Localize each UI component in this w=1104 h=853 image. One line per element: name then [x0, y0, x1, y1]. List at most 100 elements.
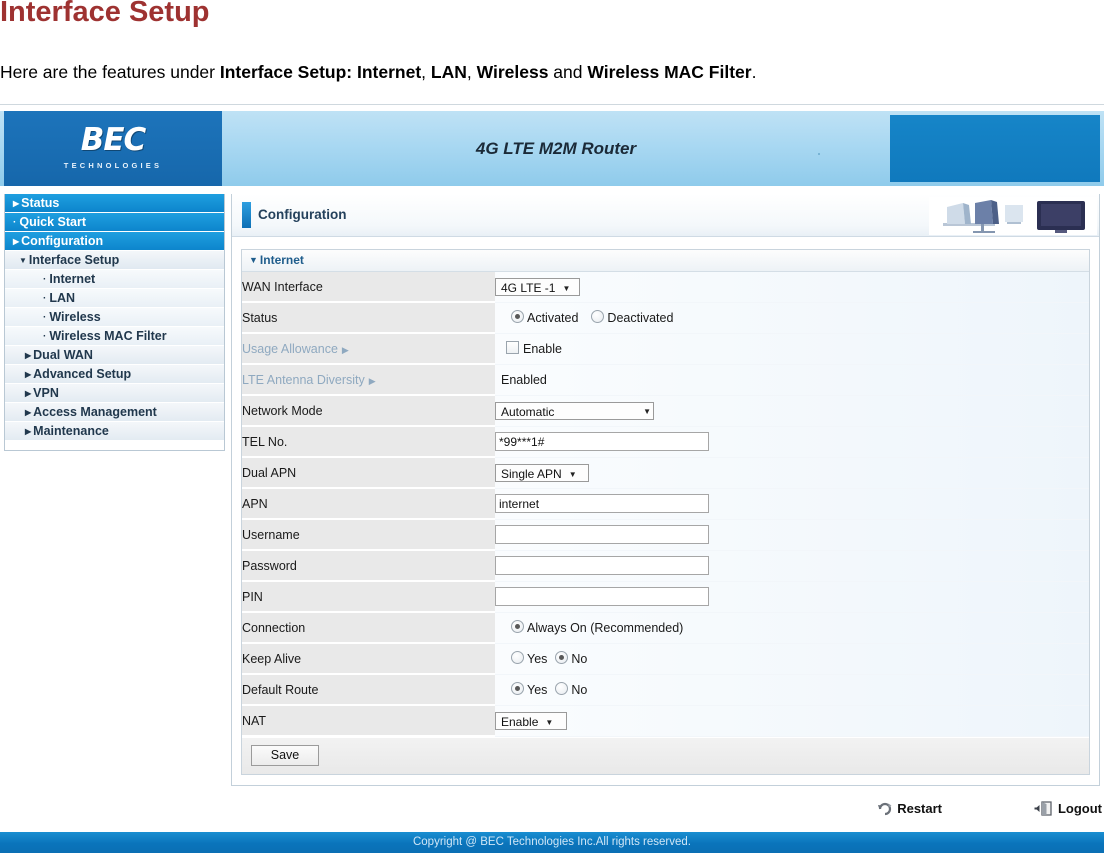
wan-interface-select[interactable]: 4G LTE -1 ▼ [495, 277, 580, 296]
sidebar-item-interface-setup[interactable]: ▼ Interface Setup [5, 251, 224, 270]
sidebar-item-label: Maintenance [33, 424, 109, 438]
sidebar-item-label: Interface Setup [28, 253, 120, 267]
value-apn: internet [495, 488, 1089, 520]
label-keep-alive-yes: Yes [527, 652, 548, 666]
form-row-status: Status Activated Deactivated [242, 302, 1089, 334]
intro-bold-wireless-mac-filter: Wireless MAC Filter [587, 62, 752, 82]
label-lte-antenna-diversity[interactable]: LTE Antenna Diversity ▶ [242, 364, 495, 396]
sidebar-item-maintenance[interactable]: ▶ Maintenance [5, 422, 224, 441]
intro-sep-1: , [421, 62, 431, 82]
sidebar-item-advanced-setup[interactable]: ▶ Advanced Setup [5, 365, 224, 384]
sidebar-item-configuration[interactable]: ▶ Configuration [5, 232, 224, 251]
apn-input[interactable]: internet [495, 494, 709, 513]
bullet-icon: · [43, 274, 47, 285]
chevron-down-icon: ▼ [643, 406, 651, 416]
logout-icon [1034, 801, 1054, 819]
value-username [495, 519, 1089, 551]
sidebar-item-access-management[interactable]: ▶ Access Management [5, 403, 224, 422]
page-title: Interface Setup [0, 0, 210, 28]
label-username: Username [242, 519, 495, 551]
sidebar-item-label: Dual WAN [33, 348, 93, 362]
value-pin [495, 581, 1089, 613]
restart-button[interactable]: Restart [877, 801, 942, 819]
chevron-down-icon: ▼ [249, 255, 258, 265]
form-row-apn: APN internet [242, 488, 1089, 520]
save-button[interactable]: Save [251, 745, 319, 766]
sidebar-item-status[interactable]: ▶ Status [5, 194, 224, 213]
label-status-deactivated: Deactivated [607, 311, 674, 325]
label-tel-no: TEL No. [242, 426, 495, 458]
label-connection-always-on: Always On (Recommended) [527, 621, 684, 635]
label-pin: PIN [242, 581, 495, 613]
radio-default-route-no[interactable] [555, 682, 569, 695]
logout-label: Logout [1057, 801, 1102, 816]
label-wan-interface: WAN Interface [242, 272, 495, 303]
footer-actions: Restart Logout [0, 797, 1104, 829]
label-usage-allowance[interactable]: Usage Allowance ▶ [242, 333, 495, 365]
value-dual-apn: Single APN ▼ [495, 457, 1089, 489]
sidebar-item-label: Configuration [21, 234, 104, 248]
bullet-icon: · [43, 293, 47, 304]
radio-status-activated[interactable] [511, 310, 524, 323]
form-row-username: Username [242, 519, 1089, 551]
value-network-mode: Automatic ▼ [495, 395, 1089, 427]
pin-input[interactable] [495, 587, 709, 606]
password-input[interactable] [495, 556, 709, 575]
radio-keep-alive-no[interactable] [555, 651, 569, 664]
chevron-down-icon: ▼ [562, 283, 571, 293]
sidebar-item-wireless[interactable]: · Wireless [5, 308, 224, 327]
label-keep-alive-no: No [571, 652, 588, 666]
section-header-internet[interactable]: ▼ Internet [242, 250, 1089, 272]
label-status-activated: Activated [527, 311, 579, 325]
content-header-title: Configuration [258, 207, 347, 222]
checkbox-usage-allowance-enable[interactable] [506, 341, 519, 354]
sidebar-item-label: Quick Start [19, 215, 87, 229]
nat-select[interactable]: Enable ▼ [495, 711, 567, 730]
chevron-right-icon: ▶ [368, 375, 376, 386]
sidebar-navigation[interactable]: ▶ Status · Quick Start ▶ Configuration ▼ Int… [4, 194, 225, 451]
chevron-down-icon: ▼ [545, 717, 554, 727]
label-usage-allowance-enable: Enable [523, 342, 562, 356]
radio-connection-always-on[interactable] [511, 620, 524, 633]
sidebar-item-quick-start[interactable]: · Quick Start [5, 213, 224, 232]
sidebar-item-wireless-mac-filter[interactable]: · Wireless MAC Filter [5, 327, 224, 346]
tel-no-input[interactable]: *99***1# [495, 432, 709, 451]
form-row-dual-apn: Dual APN Single APN ▼ [242, 457, 1089, 489]
sidebar-item-label: Wireless MAC Filter [49, 329, 167, 343]
form-row-usage-allowance: Usage Allowance ▶ Enable [242, 333, 1089, 365]
intro-period: . [751, 62, 757, 82]
value-usage-allowance: Enable [495, 333, 1089, 365]
content-header-bar: Configuration [232, 194, 1099, 237]
label-password: Password [242, 550, 495, 582]
chevron-right-icon: ▶ [25, 427, 32, 436]
decorative-office-image [929, 197, 1097, 235]
app-banner: BEC TECHNOLOGIES 4G LTE M2M Router [0, 111, 1104, 186]
radio-keep-alive-yes[interactable] [511, 651, 524, 664]
chevron-right-icon: ▶ [25, 389, 32, 398]
sidebar-item-label: Wireless [49, 310, 101, 324]
sidebar-item-lan[interactable]: · LAN [5, 289, 224, 308]
form-row-network-mode: Network Mode Automatic ▼ [242, 395, 1089, 427]
intro-paragraph: Here are the features under Interface Se… [0, 62, 756, 83]
restart-icon [877, 801, 893, 819]
form-row-keep-alive: Keep Alive Yes No [242, 643, 1089, 675]
restart-icon-svg [878, 802, 892, 816]
intro-sep-3: and [548, 62, 588, 82]
network-mode-select[interactable]: Automatic ▼ [495, 401, 654, 420]
sidebar-item-internet[interactable]: · Internet [5, 270, 224, 289]
chevron-right-icon: ▶ [13, 237, 20, 246]
radio-default-route-yes[interactable] [511, 682, 524, 695]
value-keep-alive: Yes No [495, 643, 1089, 675]
banner-decoration-dot [818, 153, 820, 155]
sidebar-item-dual-wan[interactable]: ▶ Dual WAN [5, 346, 224, 365]
logout-button[interactable]: Logout [1034, 801, 1102, 819]
username-input[interactable] [495, 525, 709, 544]
radio-status-deactivated[interactable] [591, 310, 605, 323]
label-network-mode: Network Mode [242, 395, 495, 427]
value-default-route: Yes No [495, 674, 1089, 706]
intro-sep-2: , [466, 62, 477, 82]
sidebar-item-vpn[interactable]: ▶ VPN [5, 384, 224, 403]
dual-apn-select[interactable]: Single APN ▼ [495, 463, 589, 482]
sidebar-item-label: LAN [49, 291, 76, 305]
label-default-route-no: No [571, 683, 588, 697]
